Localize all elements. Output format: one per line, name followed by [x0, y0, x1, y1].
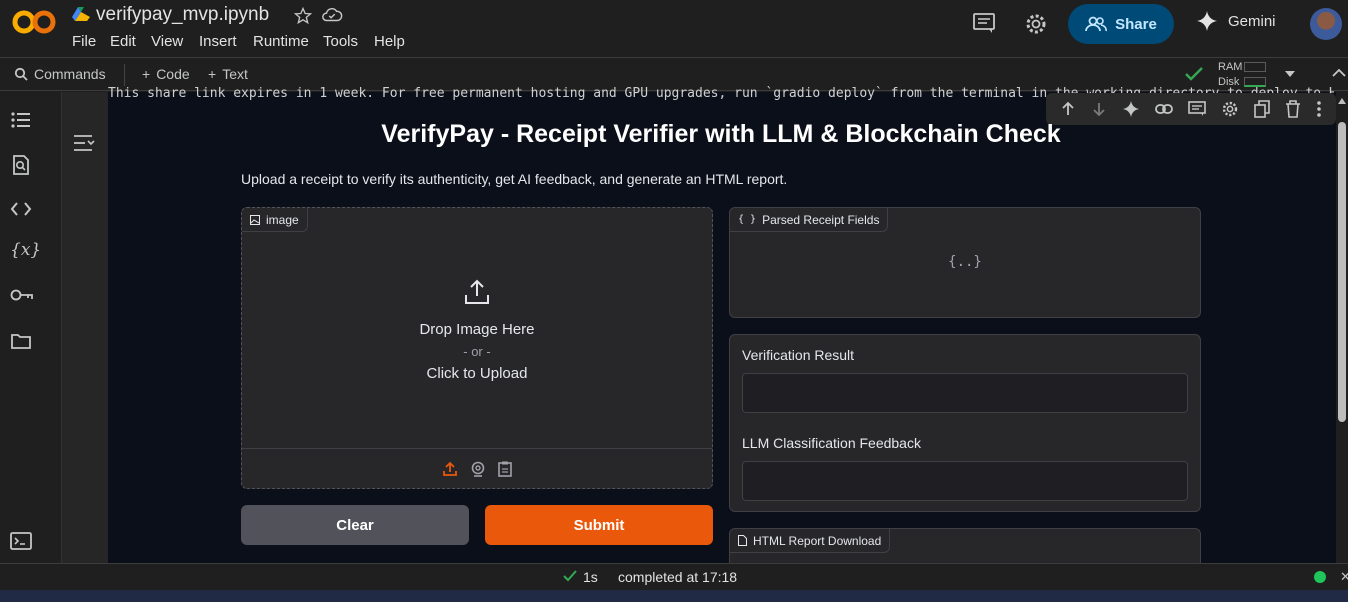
os-taskbar	[0, 590, 1348, 602]
image-upload-dropzone[interactable]: image Drop Image Here - or - Click to Up…	[241, 207, 713, 489]
completed-status: completed at 17:18	[618, 569, 738, 585]
add-text-button[interactable]: + Text	[208, 66, 248, 82]
star-icon[interactable]	[293, 6, 313, 26]
clear-button[interactable]: Clear	[241, 505, 469, 545]
status-bar: 1s completed at 17:18 ✕	[0, 563, 1348, 590]
share-button[interactable]: Share	[1068, 4, 1174, 44]
verification-result-field[interactable]	[742, 373, 1188, 413]
menu-runtime[interactable]: Runtime	[253, 33, 309, 50]
connection-status-dot	[1314, 571, 1326, 583]
left-sidebar: {x}	[0, 92, 62, 563]
html-report-label: HTML Report Download	[753, 533, 882, 548]
menu-tools[interactable]: Tools	[323, 33, 358, 50]
cell-gutter	[62, 92, 108, 563]
plus-icon: +	[142, 66, 151, 82]
google-drive-icon	[72, 6, 90, 22]
notebook-title[interactable]: verifypay_mvp.ipynb	[96, 4, 269, 26]
menu-edit[interactable]: Edit	[110, 33, 136, 50]
app-title: VerifyPay - Receipt Verifier with LLM & …	[381, 120, 1061, 148]
html-report-label-tab: HTML Report Download	[730, 529, 891, 553]
or-text: - or -	[463, 344, 491, 359]
close-status-icon[interactable]: ✕	[1340, 569, 1348, 585]
delete-trash-icon[interactable]	[1285, 100, 1301, 118]
secrets-key-icon[interactable]	[10, 288, 34, 302]
image-label: image	[266, 212, 299, 227]
search-icon	[14, 67, 28, 81]
gemini-button[interactable]: Gemini	[1196, 10, 1276, 32]
success-check-icon	[563, 570, 577, 582]
colab-logo[interactable]	[12, 8, 58, 36]
image-label-tab: image	[242, 208, 308, 232]
llm-feedback-field[interactable]	[742, 461, 1188, 501]
output-toggle-icon[interactable]	[72, 134, 96, 152]
ram-meter	[1244, 62, 1266, 72]
parsed-label-tab: { } Parsed Receipt Fields	[730, 208, 889, 232]
runtime-dropdown-icon[interactable]	[1284, 70, 1296, 78]
move-down-icon[interactable]	[1091, 101, 1107, 117]
html-report-panel: HTML Report Download	[729, 528, 1201, 568]
parsed-fields-panel: { } Parsed Receipt Fields {..}	[729, 207, 1201, 318]
toolbar-divider	[124, 64, 125, 86]
parsed-label: Parsed Receipt Fields	[762, 212, 880, 227]
plus-icon: +	[208, 66, 217, 82]
top-header: verifypay_mvp.ipynb File Edit View Inser…	[0, 0, 1348, 58]
share-label: Share	[1115, 15, 1157, 33]
comment-icon[interactable]	[1188, 101, 1206, 117]
scrollbar-thumb[interactable]	[1338, 122, 1346, 422]
files-folder-icon[interactable]	[10, 332, 32, 350]
image-icon	[250, 214, 260, 225]
code-snippets-icon[interactable]	[10, 200, 32, 218]
settings-gear-icon[interactable]	[1221, 100, 1239, 118]
json-empty-placeholder: {..}	[948, 254, 982, 270]
gemini-sparkle-icon	[1196, 10, 1218, 32]
add-text-label: Text	[222, 66, 248, 82]
submit-button[interactable]: Submit	[485, 505, 713, 545]
file-icon	[738, 535, 747, 546]
drop-image-text: Drop Image Here	[419, 321, 535, 338]
scroll-up-arrow-icon[interactable]	[1338, 98, 1346, 104]
clipboard-icon[interactable]	[498, 461, 512, 477]
verification-result-label: Verification Result	[742, 347, 855, 363]
connected-check-icon	[1184, 66, 1204, 82]
image-source-bar	[242, 448, 712, 488]
people-icon	[1085, 16, 1108, 32]
add-code-label: Code	[156, 66, 190, 82]
link-icon[interactable]	[1154, 103, 1173, 115]
menu-insert[interactable]: Insert	[199, 33, 237, 50]
llm-feedback-label: LLM Classification Feedback	[742, 435, 921, 451]
ram-label: RAM	[1218, 61, 1243, 73]
scrollbar[interactable]	[1336, 92, 1348, 563]
settings-gear-icon[interactable]	[1024, 12, 1048, 36]
upload-icon	[463, 278, 491, 306]
commands-button[interactable]: Commands	[14, 66, 106, 82]
add-code-button[interactable]: + Code	[142, 66, 190, 82]
comment-icon[interactable]	[972, 12, 996, 34]
menu-file[interactable]: File	[72, 33, 96, 50]
upload-source-icon[interactable]	[442, 461, 458, 477]
move-up-icon[interactable]	[1060, 101, 1076, 117]
cloud-saved-icon[interactable]	[321, 6, 343, 24]
gemini-sparkle-icon[interactable]	[1122, 100, 1140, 118]
avatar[interactable]	[1310, 8, 1342, 40]
results-panel: Verification Result LLM Classification F…	[729, 334, 1201, 512]
collapse-chevron-icon[interactable]	[1332, 68, 1346, 78]
find-replace-icon[interactable]	[10, 154, 32, 176]
app-description: Upload a receipt to verify its authentic…	[241, 171, 788, 187]
variables-icon[interactable]: {x}	[10, 240, 41, 260]
terminal-icon[interactable]	[10, 532, 32, 550]
upload-prompt[interactable]: Drop Image Here - or - Click to Upload	[242, 278, 712, 382]
menu-help[interactable]: Help	[374, 33, 405, 50]
more-options-icon[interactable]	[1316, 100, 1322, 118]
commands-label: Commands	[34, 66, 106, 82]
webcam-icon[interactable]	[470, 461, 486, 477]
mirror-cell-icon[interactable]	[1254, 100, 1271, 118]
table-of-contents-icon[interactable]	[10, 110, 32, 130]
click-to-upload-text: Click to Upload	[426, 365, 528, 382]
menu-view[interactable]: View	[151, 33, 183, 50]
gemini-label: Gemini	[1228, 12, 1276, 30]
json-braces-icon: { }	[738, 214, 757, 225]
execution-duration: 1s	[583, 569, 598, 585]
